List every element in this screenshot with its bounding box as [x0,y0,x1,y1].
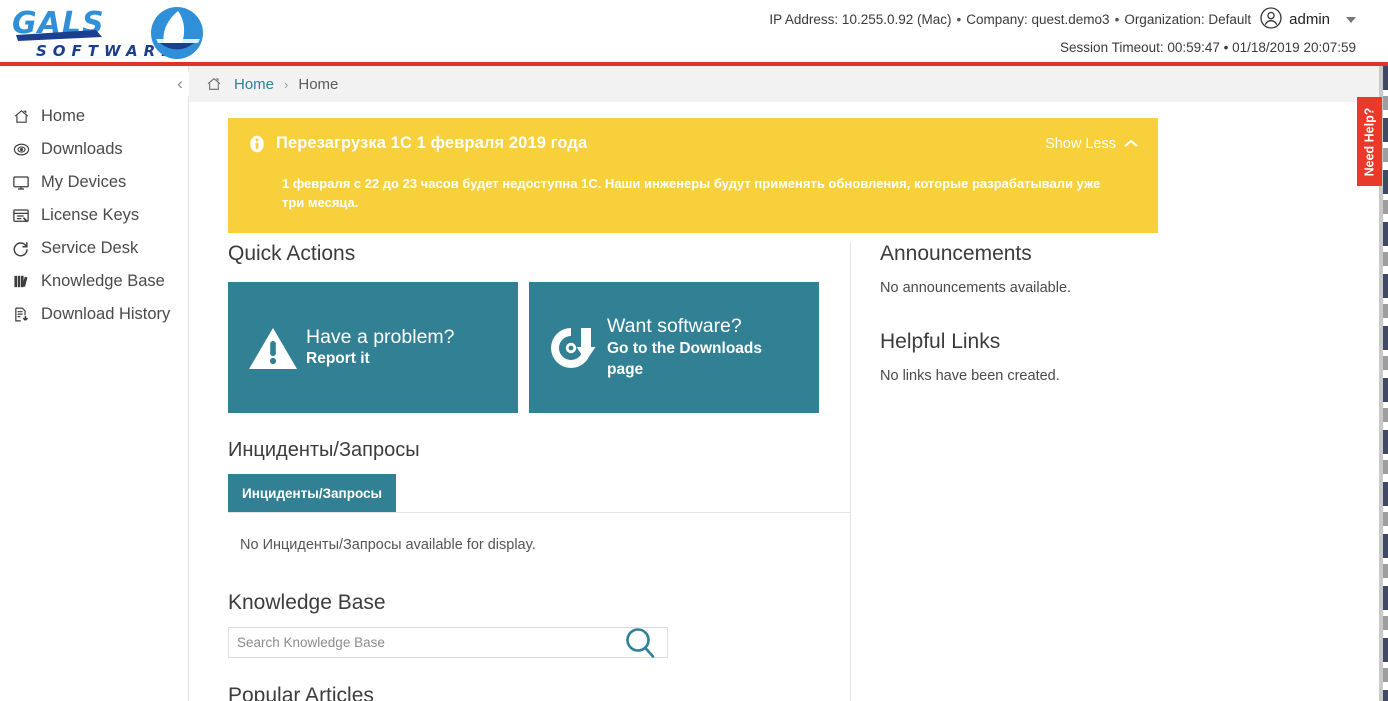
app-header: GALS SOFTWARE IP Address: 10.255.0.92 (M… [0,0,1388,62]
sidebar-collapse-button[interactable]: ‹ [171,72,189,96]
banner-title: Перезагрузка 1С 1 февраля 2019 года [276,134,588,152]
organization-label: Organization: Default [1124,12,1252,27]
tab-incidents-requests[interactable]: Инциденты/Запросы [228,474,397,512]
breadcrumb-separator: › [284,76,289,92]
account-name[interactable]: admin [1289,11,1330,28]
sidebar-item-knowledge-base[interactable]: Knowledge Base [0,265,188,298]
sidebar-nav: Home Downloads My Devices License Keys S… [0,66,189,701]
background-window-edge [1383,66,1388,701]
ip-address-label: IP Address: 10.255.0.92 (Mac) [769,12,952,27]
download-disc-icon [543,324,605,372]
sidebar-item-label: License Keys [41,206,140,225]
search-input[interactable] [229,629,609,656]
disc-icon [10,140,32,160]
file-download-icon [10,305,32,325]
popular-articles-title: Popular Articles [228,684,374,701]
meta-separator-2: • [1114,12,1120,27]
session-timeout-label: Session Timeout: 00:59:47 • 01/18/2019 2… [1060,40,1356,55]
header-account-info: IP Address: 10.255.0.92 (Mac) • Company:… [769,6,1356,33]
quick-actions-title: Quick Actions [228,242,356,265]
tile-subtitle: Report it [306,350,370,368]
sidebar-item-license-keys[interactable]: License Keys [0,199,188,232]
tile-text: Have a problem? Report it [304,325,455,370]
knowledge-base-title: Knowledge Base [228,591,386,614]
quick-action-report-problem[interactable]: Have a problem? Report it [228,282,518,413]
helpful-links-empty-message: No links have been created. [880,368,1060,384]
meta-separator-1: • [956,12,962,27]
sidebar-item-download-history[interactable]: Download History [0,298,188,331]
incidents-title: Инциденты/Запросы [228,439,420,461]
chevron-down-icon[interactable] [1346,16,1356,23]
chevron-up-icon [1124,139,1138,147]
warning-triangle-icon [242,324,304,372]
banner-show-less-button[interactable]: Show Less [1045,136,1138,152]
need-help-label: Need Help? [1362,107,1377,176]
tile-title: Want software? [607,315,742,338]
company-label: Company: quest.demo3 [966,12,1110,27]
banner-header: Перезагрузка 1С 1 февраля 2019 года Show… [228,118,1158,153]
notification-banner: Перезагрузка 1С 1 февраля 2019 года Show… [228,118,1158,233]
sidebar-item-home[interactable]: Home [0,100,188,133]
sidebar-item-my-devices[interactable]: My Devices [0,166,188,199]
quick-action-tiles: Have a problem? Report it Want software? [228,282,850,413]
announcements-title: Announcements [880,242,1032,265]
monitor-icon [10,173,32,193]
tile-title: Have a problem? [306,325,455,348]
lifebuoy-arrow-icon [10,239,32,259]
sidebar-item-downloads[interactable]: Downloads [0,133,188,166]
key-list-icon [10,206,32,226]
right-column: Announcements No announcements available… [880,242,1350,418]
user-circle-icon [1259,6,1283,33]
logo-svg: GALS SOFTWARE [12,6,203,60]
sidebar-item-label: Home [41,107,86,126]
knowledge-base-search [228,627,668,658]
breadcrumb: Home › Home [189,66,1388,102]
announcements-empty-message: No announcements available. [880,280,1072,296]
sidebar-item-label: Download History [41,305,171,324]
sidebar-item-label: Service Desk [41,239,139,258]
books-icon [10,272,32,292]
sidebar-item-service-desk[interactable]: Service Desk [0,232,188,265]
sidebar-item-label: Downloads [41,140,123,159]
gals-software-logo[interactable]: GALS SOFTWARE [10,3,228,61]
breadcrumb-current: Home [298,75,339,93]
banner-toggle-label: Show Less [1045,135,1116,152]
need-help-button[interactable]: Need Help? [1357,97,1382,186]
tile-subtitle: Go to the Downloads page [607,339,762,378]
breadcrumb-link-home[interactable]: Home [234,76,274,93]
helpful-links-title: Helpful Links [880,330,1001,353]
banner-body-text: 1 февраля с 22 до 23 часов будет недосту… [282,176,1101,210]
column-divider [850,242,851,701]
tile-text: Want software? Go to the Downloads page [605,314,787,380]
search-button[interactable] [617,620,663,669]
home-icon [10,107,32,127]
sidebar-item-label: My Devices [41,173,127,192]
quick-action-downloads[interactable]: Want software? Go to the Downloads page [529,282,819,413]
main-content: Перезагрузка 1С 1 февраля 2019 года Show… [190,102,1388,701]
info-icon [248,135,266,153]
incidents-empty-message: No Инциденты/Запросы available for displ… [240,537,536,553]
left-column: Quick Actions Have a problem? Report it [228,242,850,701]
home-icon[interactable] [206,76,222,92]
incidents-tabs: Инциденты/Запросы [228,474,850,513]
sidebar-item-label: Knowledge Base [41,272,165,291]
search-icon [626,628,655,658]
